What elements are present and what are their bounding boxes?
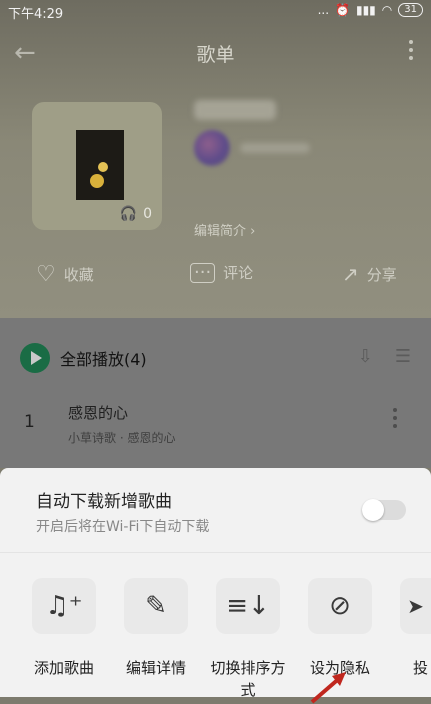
comment-icon: ··· <box>190 262 216 283</box>
creator-avatar[interactable] <box>194 130 230 166</box>
pencil-icon: ✎ <box>145 591 167 621</box>
signal-icon: ▮▮▮ <box>355 3 376 17</box>
download-icon[interactable]: ⇩ <box>358 346 373 367</box>
eye-off-icon: ⊘ <box>329 591 351 621</box>
page-title: 歌单 <box>196 44 235 66</box>
song-more-icon[interactable] <box>393 408 397 432</box>
share-button[interactable]: ↗ 分享 <box>342 262 397 286</box>
song-title[interactable]: 感恩的心 <box>68 402 128 423</box>
toggle-knob <box>362 499 384 521</box>
music-add-icon: ♫⁺ <box>45 591 83 621</box>
auto-download-subtitle: 开启后将在Wi-Fi下自动下载 <box>36 519 210 535</box>
status-time: 下午4:29 <box>8 7 64 22</box>
play-all-label[interactable]: 全部播放(4) <box>60 346 147 370</box>
song-index: 1 <box>24 412 35 432</box>
heart-icon: ♡ <box>36 262 56 287</box>
privacy-button[interactable]: ⊘ <box>308 578 372 634</box>
headphones-icon: 🎧 <box>119 206 138 222</box>
more-menu-icon[interactable] <box>409 40 415 64</box>
multi-select-icon[interactable]: ☰ <box>395 346 411 367</box>
song-subtitle: 小草诗歌 · 感恩的心 <box>68 431 176 445</box>
sort-icon: ≡↓ <box>226 591 270 621</box>
sort-label: 切换排序方式 <box>210 659 286 699</box>
add-song-label: 添加歌曲 <box>33 659 94 677</box>
comment-button[interactable]: ··· 评论 <box>190 262 253 283</box>
annotation-arrow-icon <box>310 672 346 704</box>
auto-download-title: 自动下载新增歌曲 <box>36 492 172 512</box>
nav-bar: ← 歌单 <box>0 28 431 76</box>
play-triangle <box>31 351 42 365</box>
creator-name-blurred <box>240 143 310 153</box>
action-row: ♡ 收藏 ··· 评论 ↗ 分享 <box>0 262 431 298</box>
playlist-cover[interactable]: 🎧 0 <box>32 102 162 230</box>
edit-intro-link[interactable]: 编辑简介 › <box>194 220 255 239</box>
more-notifications-icon: ... <box>317 3 330 17</box>
favorite-label: 收藏 <box>63 266 94 284</box>
share-label: 分享 <box>366 265 397 284</box>
playlist-name-blurred <box>194 100 276 120</box>
favorite-button[interactable]: ♡ 收藏 <box>36 262 94 287</box>
sort-button[interactable]: ≡↓ <box>216 578 280 634</box>
divider <box>0 552 431 553</box>
send-button[interactable]: ➤ <box>400 578 431 634</box>
song-list <box>0 318 431 468</box>
edit-intro-label: 编辑简介 <box>194 224 247 239</box>
edit-details-label: 编辑详情 <box>125 659 186 677</box>
share-icon: ↗ <box>342 262 359 286</box>
listen-count-value: 0 <box>143 206 152 222</box>
send-label: 投 <box>412 659 428 677</box>
listen-count: 🎧 0 <box>120 206 152 222</box>
list-tools: ⇩ ☰ <box>358 346 411 367</box>
wifi-icon: ◠ <box>381 3 393 17</box>
add-song-button[interactable]: ♫⁺ <box>32 578 96 634</box>
alarm-icon: ⏰ <box>335 3 350 17</box>
edit-details-button[interactable]: ✎ <box>124 578 188 634</box>
send-icon: ➤ <box>407 594 424 618</box>
battery-icon: 31 <box>398 3 423 17</box>
status-bar: 下午4:29 ... ⏰ ▮▮▮ ◠ 31 <box>0 0 431 24</box>
status-icons: ... ⏰ ▮▮▮ ◠ 31 <box>318 3 423 17</box>
chevron-right-icon: › <box>250 224 256 239</box>
cover-image <box>76 130 124 200</box>
comment-label: 评论 <box>223 264 254 282</box>
